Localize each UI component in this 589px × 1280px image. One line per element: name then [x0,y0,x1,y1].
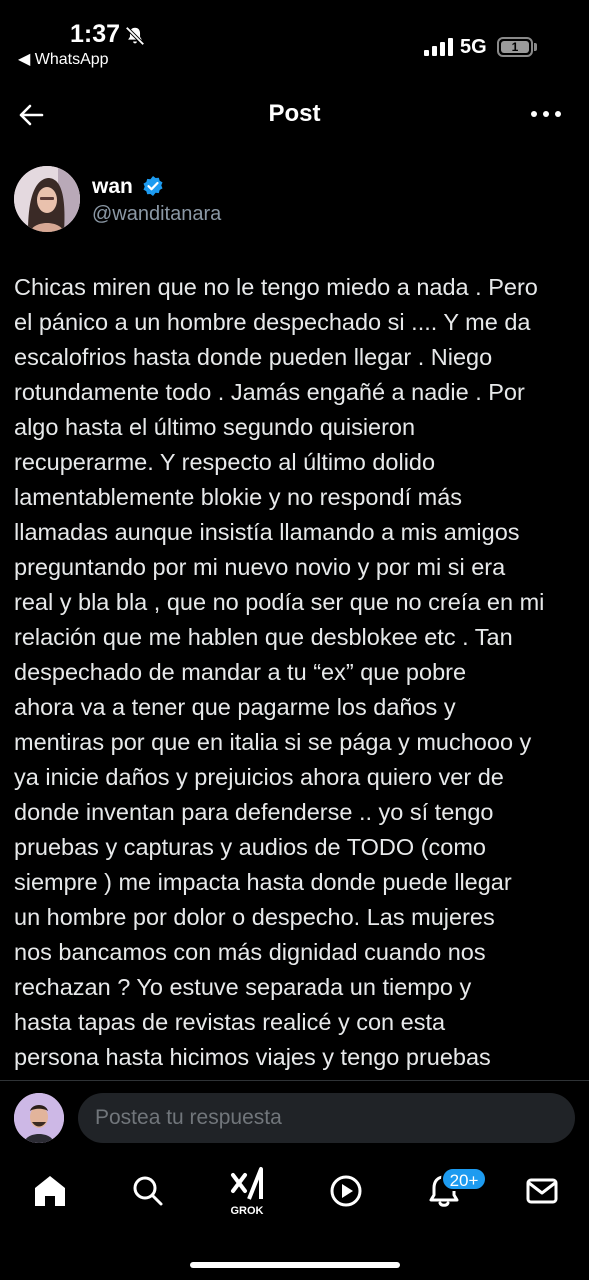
home-indicator[interactable] [190,1262,400,1268]
status-bar: 1:37 ◀ WhatsApp 5G 1 [0,0,589,80]
status-time: 1:37 [70,20,121,48]
grok-label: GROK [230,1205,264,1217]
battery-level: 1 [501,41,529,53]
verified-badge-icon [143,176,163,196]
reply-input[interactable]: Postea tu respuesta [78,1093,575,1143]
user-avatar-image [14,1093,64,1143]
page-title: Post [268,100,321,127]
author-avatar[interactable] [14,166,80,232]
back-to-whatsapp[interactable]: ◀ WhatsApp [18,49,109,69]
signal-icon [424,38,453,56]
video-icon[interactable] [326,1171,366,1211]
author-avatar-image [14,166,80,232]
notification-badge: 20+ [441,1167,487,1191]
messages-icon[interactable] [522,1171,562,1211]
network-type: 5G [460,36,487,58]
search-icon[interactable] [128,1171,168,1211]
home-icon[interactable] [30,1171,70,1211]
post-header: Post [0,88,589,144]
post-body-text: Chicas miren que no le tengo miedo a nad… [14,274,545,1070]
author-name[interactable]: wan [92,175,133,199]
battery-icon: 1 [497,37,533,57]
reply-bar: Postea tu respuesta [0,1080,589,1157]
user-avatar[interactable] [14,1093,64,1143]
bell-off-icon [125,26,145,46]
more-horizontal-icon[interactable] [528,102,564,126]
author-handle[interactable]: @wanditanara [92,203,221,226]
battery-cap [534,43,537,51]
grok-icon[interactable] [227,1165,267,1205]
arrow-left-icon[interactable] [16,100,46,130]
bottom-nav: GROK 20+ [0,1157,589,1237]
